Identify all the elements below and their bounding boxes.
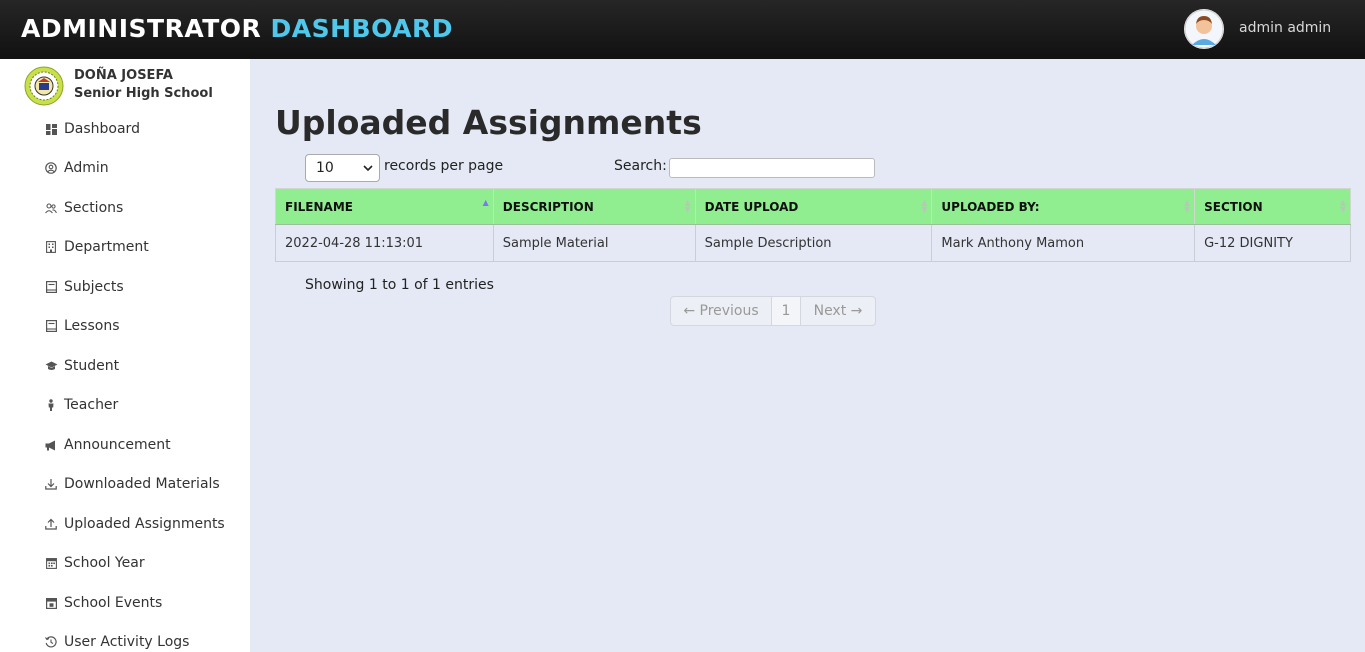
sidebar-item-teacher[interactable]: Teacher bbox=[44, 395, 118, 415]
sidebar-item-label: Department bbox=[64, 239, 149, 255]
person-icon bbox=[44, 398, 58, 412]
sidebar-item-label: Downloaded Materials bbox=[64, 476, 220, 492]
column-header-description[interactable]: DESCRIPTION ▲ ▼ bbox=[492, 188, 696, 225]
sidebar-item-label: Announcement bbox=[64, 437, 171, 453]
next-page-button[interactable]: Next → bbox=[801, 297, 875, 325]
table-header-row: FILENAME ▲ DESCRIPTION ▲ ▼ DATE UPLOAD ▲ ▼… bbox=[275, 188, 1351, 225]
search-label: Search: bbox=[614, 158, 667, 174]
sidebar-item-label: Subjects bbox=[64, 279, 124, 295]
column-header-filename[interactable]: FILENAME ▲ bbox=[275, 188, 494, 225]
sidebar-item-school-events[interactable]: School Events bbox=[44, 593, 162, 613]
megaphone-icon bbox=[44, 438, 58, 452]
previous-page-button[interactable]: ← Previous bbox=[671, 297, 772, 325]
sort-icon: ▲ ▼ bbox=[1339, 198, 1346, 214]
sidebar: DOÑA JOSEFA Senior High School Dashboard… bbox=[0, 59, 250, 652]
sidebar-item-label: Teacher bbox=[64, 397, 119, 413]
school-name-line1: DOÑA JOSEFA bbox=[74, 68, 173, 83]
dashboard-icon bbox=[44, 122, 58, 136]
cell-section: G-12 DIGNITY bbox=[1194, 224, 1351, 262]
column-header-label: DESCRIPTION bbox=[502, 199, 594, 214]
cell-filename: 2022-04-28 11:13:01 bbox=[275, 224, 494, 262]
sidebar-item-school-year[interactable]: School Year bbox=[44, 553, 145, 573]
brand-title-blue: DASHBOARD bbox=[270, 14, 454, 43]
cell-uploaded-by: Mark Anthony Mamon bbox=[931, 224, 1196, 262]
school-name: DOÑA JOSEFA Senior High School bbox=[74, 67, 254, 103]
assignments-table: FILENAME ▲ DESCRIPTION ▲ ▼ DATE UPLOAD ▲ ▼… bbox=[275, 188, 1351, 262]
column-header-uploaded-by[interactable]: UPLOADED BY: ▲ ▼ bbox=[931, 188, 1196, 225]
download-icon bbox=[44, 477, 58, 491]
table-row: 2022-04-28 11:13:01 Sample Material Samp… bbox=[275, 224, 1351, 262]
user-avatar-icon bbox=[1184, 9, 1224, 49]
sidebar-item-label: Dashboard bbox=[64, 121, 140, 137]
brand-title-white: ADMINISTRATOR bbox=[21, 14, 262, 43]
column-header-label: UPLOADED BY: bbox=[941, 199, 1040, 214]
records-per-page-select[interactable]: 10 bbox=[305, 154, 380, 182]
username-label[interactable]: admin admin bbox=[1239, 20, 1331, 36]
sidebar-item-label: Admin bbox=[64, 160, 109, 176]
sort-icon: ▲ ▼ bbox=[684, 198, 691, 214]
page-title: Uploaded Assignments bbox=[275, 103, 702, 142]
sort-asc-icon: ▲ bbox=[482, 198, 489, 207]
sort-icon: ▲ ▼ bbox=[921, 198, 928, 214]
graduation-cap-icon bbox=[44, 359, 58, 373]
users-icon bbox=[44, 201, 58, 215]
sidebar-item-department[interactable]: Department bbox=[44, 237, 149, 257]
table-info: Showing 1 to 1 of 1 entries bbox=[305, 277, 494, 293]
chevron-down-icon bbox=[363, 164, 373, 171]
calendar-icon bbox=[44, 556, 58, 570]
page-1-button[interactable]: 1 bbox=[772, 297, 801, 325]
column-header-date-upload[interactable]: DATE UPLOAD ▲ ▼ bbox=[694, 188, 933, 225]
sidebar-item-downloaded-materials[interactable]: Downloaded Materials bbox=[44, 474, 220, 494]
user-circle-icon bbox=[44, 161, 58, 175]
sidebar-item-label: Sections bbox=[64, 200, 124, 216]
pagination: ← Previous 1 Next → bbox=[670, 296, 876, 326]
sidebar-item-uploaded-assignments[interactable]: Uploaded Assignments bbox=[44, 514, 225, 534]
column-header-label: DATE UPLOAD bbox=[704, 199, 799, 214]
school-logo-icon bbox=[24, 66, 64, 106]
history-icon bbox=[44, 635, 58, 649]
column-header-label: SECTION bbox=[1204, 199, 1263, 214]
records-per-page-value: 10 bbox=[316, 160, 334, 176]
top-bar: ADMINISTRATOR DASHBOARD admin admin bbox=[0, 0, 1365, 59]
sidebar-item-label: Lessons bbox=[64, 318, 120, 334]
book-icon bbox=[44, 280, 58, 294]
upload-icon bbox=[44, 517, 58, 531]
cell-date-upload: Sample Description bbox=[694, 224, 933, 262]
sidebar-item-user-activity-logs[interactable]: User Activity Logs bbox=[44, 632, 189, 652]
search-input[interactable] bbox=[669, 158, 875, 178]
sidebar-item-label: Student bbox=[64, 358, 120, 374]
dashboard-title: ADMINISTRATOR DASHBOARD bbox=[21, 14, 453, 43]
sidebar-item-label: School Year bbox=[64, 555, 145, 571]
records-per-page-label: records per page bbox=[384, 158, 504, 174]
avatar[interactable] bbox=[1184, 9, 1224, 49]
book-icon bbox=[44, 319, 58, 333]
sidebar-item-label: User Activity Logs bbox=[64, 634, 190, 650]
calendar-event-icon bbox=[44, 596, 58, 610]
sidebar-item-announcement[interactable]: Announcement bbox=[44, 435, 171, 455]
sidebar-item-admin[interactable]: Admin bbox=[44, 158, 109, 178]
cell-description: Sample Material bbox=[492, 224, 696, 262]
school-name-line2: Senior High School bbox=[74, 86, 213, 101]
sidebar-item-student[interactable]: Student bbox=[44, 356, 119, 376]
sidebar-item-label: Uploaded Assignments bbox=[64, 516, 225, 532]
sidebar-item-subjects[interactable]: Subjects bbox=[44, 277, 124, 297]
column-header-label: FILENAME bbox=[285, 199, 353, 214]
sidebar-item-label: School Events bbox=[64, 595, 163, 611]
column-header-section[interactable]: SECTION ▲ ▼ bbox=[1194, 188, 1351, 225]
building-icon bbox=[44, 240, 58, 254]
sort-icon: ▲ ▼ bbox=[1183, 198, 1191, 214]
sidebar-item-lessons[interactable]: Lessons bbox=[44, 316, 120, 336]
sidebar-item-dashboard[interactable]: Dashboard bbox=[44, 119, 140, 139]
sidebar-item-sections[interactable]: Sections bbox=[44, 198, 123, 218]
